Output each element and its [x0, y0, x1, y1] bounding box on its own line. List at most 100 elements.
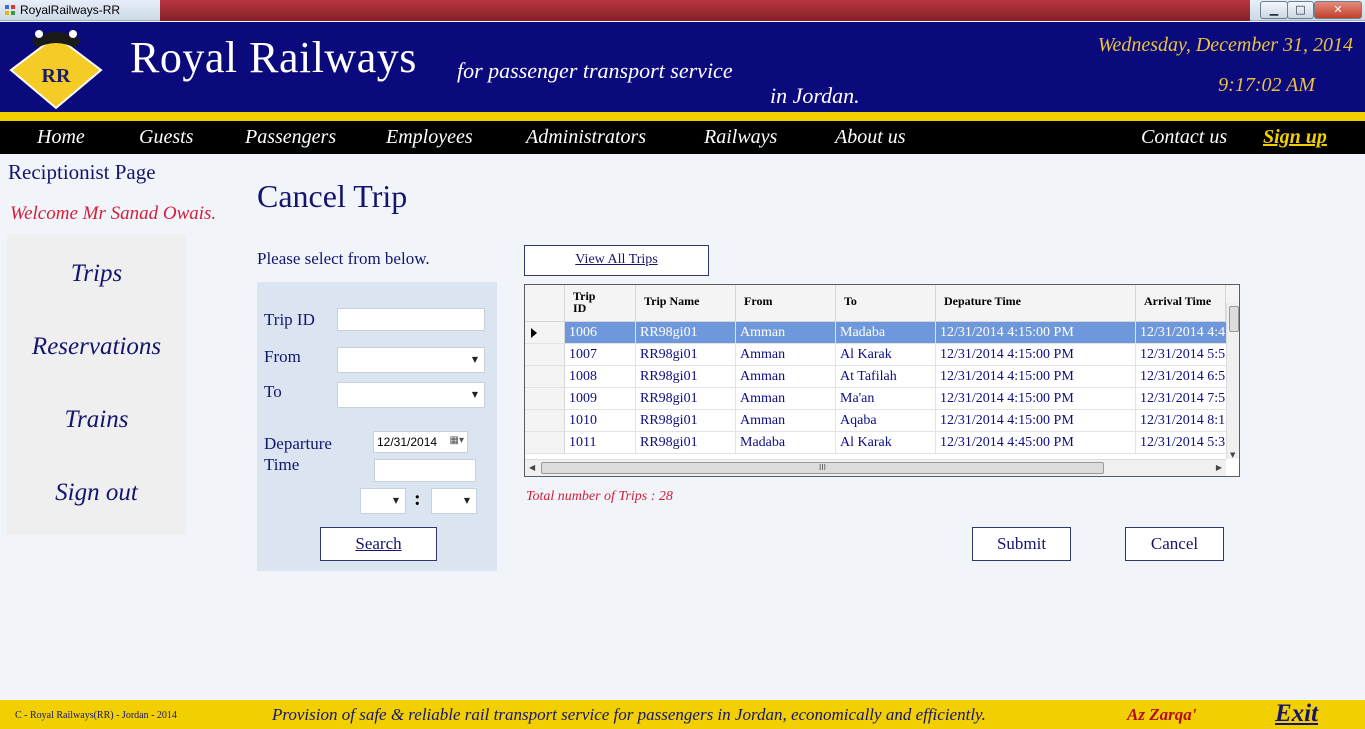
scroll-arrow-icon[interactable]: ◀ — [529, 463, 535, 472]
cell-trip-name: RR98gi01 — [636, 322, 736, 344]
maximize-button[interactable]: □ — [1287, 1, 1314, 19]
grid-corner — [525, 285, 565, 322]
cancel-button[interactable]: Cancel — [1125, 527, 1224, 561]
col-trip-id[interactable]: Trip ID — [565, 285, 636, 322]
window-title: RoyalRailways-RR — [20, 3, 121, 17]
cell-trip-id: 1010 — [565, 410, 636, 432]
horizontal-scrollbar[interactable]: ◀ III ▶ — [525, 459, 1226, 476]
page-name: Reciptionist Page — [8, 160, 156, 184]
header-date: Wednesday, December 31, 2014 — [1097, 34, 1353, 56]
app-icon — [5, 5, 15, 15]
scroll-arrow-icon[interactable]: ▶ — [1216, 463, 1222, 472]
cell-arrival: 12/31/2014 5:5 — [1136, 344, 1229, 366]
col-departure[interactable]: Depature Time — [936, 285, 1136, 322]
table-row[interactable]: 1009 RR98gi01 Amman Ma'an 12/31/2014 4:1… — [565, 388, 1229, 410]
nav-signup[interactable]: Sign up — [1263, 126, 1327, 149]
cell-from: Madaba — [736, 432, 836, 454]
cell-to: Madaba — [836, 322, 936, 344]
departure-label: Departure — [264, 434, 332, 453]
mission-statement: Provision of safe & reliable rail transp… — [272, 705, 986, 724]
col-to[interactable]: To — [836, 285, 936, 322]
brand-title: Royal Railways — [130, 33, 417, 82]
copyright-text: C - Royal Railways(RR) - Jordan - 2014 — [15, 710, 177, 721]
cell-trip-id: 1007 — [565, 344, 636, 366]
col-trip-name[interactable]: Trip Name — [636, 285, 736, 322]
nav-guests[interactable]: Guests — [139, 126, 193, 149]
trip-id-label: Trip ID — [264, 310, 315, 329]
table-row[interactable]: 1011 RR98gi01 Madaba Al Karak 12/31/2014… — [565, 432, 1229, 454]
sidebar-item-trains[interactable]: Trains — [7, 406, 186, 434]
from-select[interactable]: ▼ — [337, 347, 485, 373]
cell-departure: 12/31/2014 4:15:00 PM — [936, 410, 1136, 432]
row-header[interactable] — [525, 410, 565, 432]
to-select[interactable]: ▼ — [337, 382, 485, 408]
cell-from: Amman — [736, 322, 836, 344]
nav-employees[interactable]: Employees — [386, 126, 473, 149]
departure-date-picker[interactable]: 12/31/2014 ▦▾ — [373, 431, 468, 453]
cell-to: Ma'an — [836, 388, 936, 410]
search-button[interactable]: Search — [320, 527, 437, 561]
sidebar-item-signout[interactable]: Sign out — [7, 479, 186, 507]
cell-departure: 12/31/2014 4:45:00 PM — [936, 432, 1136, 454]
minute-select[interactable]: ▼ — [431, 488, 477, 514]
total-trips-count: Total number of Trips : 28 — [526, 489, 673, 504]
col-from[interactable]: From — [736, 285, 836, 322]
exit-link[interactable]: Exit — [1275, 700, 1318, 728]
dropdown-arrow-icon: ▼ — [471, 390, 479, 399]
row-header[interactable] — [525, 432, 565, 454]
cell-from: Amman — [736, 344, 836, 366]
nav-passengers[interactable]: Passengers — [245, 126, 336, 149]
cell-departure: 12/31/2014 4:15:00 PM — [936, 366, 1136, 388]
vertical-scroll-thumb[interactable] — [1229, 306, 1239, 332]
tagline-line2: in Jordan. — [770, 83, 860, 108]
cell-from: Amman — [736, 366, 836, 388]
to-label: To — [264, 382, 282, 401]
hour-select[interactable]: ▼ — [360, 488, 406, 514]
scroll-arrow-icon[interactable]: ▼ — [1230, 451, 1235, 459]
sidebar-item-trips[interactable]: Trips — [7, 260, 186, 288]
horizontal-scroll-thumb[interactable]: III — [541, 462, 1104, 474]
trip-id-input[interactable] — [337, 308, 485, 331]
location-text: Az Zarqa' — [1127, 705, 1197, 724]
departure-time-input[interactable] — [374, 459, 476, 482]
row-header[interactable] — [525, 366, 565, 388]
cell-from: Amman — [736, 388, 836, 410]
from-label: From — [264, 347, 301, 366]
col-trip-id-line2: ID — [573, 301, 587, 315]
row-header[interactable] — [525, 388, 565, 410]
table-row[interactable]: 1008 RR98gi01 Amman At Tafilah 12/31/201… — [565, 366, 1229, 388]
nav-about[interactable]: About us — [835, 126, 906, 149]
nav-administrators[interactable]: Administrators — [526, 126, 646, 149]
nav-contact[interactable]: Contact us — [1141, 126, 1227, 149]
cell-trip-name: RR98gi01 — [636, 388, 736, 410]
submit-button[interactable]: Submit — [972, 527, 1071, 561]
row-selector-icon[interactable] — [525, 322, 565, 344]
close-button[interactable]: ✕ — [1314, 1, 1362, 19]
titlebar-background — [160, 0, 1250, 21]
sidebar: Trips Reservations Trains Sign out — [7, 234, 186, 535]
trips-grid[interactable]: Trip ID Trip Name From To Depature Time … — [524, 284, 1240, 477]
welcome-message: Welcome Mr Sanad Owais. — [10, 203, 217, 224]
table-row[interactable]: 1006 RR98gi01 Amman Madaba 12/31/2014 4:… — [565, 322, 1229, 344]
main-nav: Home Guests Passengers Employees Adminis… — [0, 121, 1365, 154]
table-row[interactable]: 1007 RR98gi01 Amman Al Karak 12/31/2014 … — [565, 344, 1229, 366]
row-header[interactable] — [525, 344, 565, 366]
app-header: RR Royal Railways for passenger transpor… — [0, 22, 1365, 112]
header-divider — [0, 112, 1365, 121]
logo-icon: RR — [9, 30, 103, 110]
cell-from: Amman — [736, 410, 836, 432]
departure-date-value: 12/31/2014 — [377, 435, 438, 449]
logo-text: RR — [42, 65, 71, 87]
nav-railways[interactable]: Railways — [704, 126, 777, 149]
view-all-trips-button[interactable]: View All Trips — [524, 245, 709, 276]
vertical-scrollbar[interactable]: ▼ — [1226, 303, 1239, 459]
cell-departure: 12/31/2014 4:15:00 PM — [936, 388, 1136, 410]
table-row[interactable]: 1010 RR98gi01 Amman Aqaba 12/31/2014 4:1… — [565, 410, 1229, 432]
cell-arrival: 12/31/2014 8:1 — [1136, 410, 1229, 432]
minimize-button[interactable]: ▁ — [1260, 1, 1288, 19]
time-separator: : — [414, 488, 421, 510]
col-arrival[interactable]: Arrival Time — [1136, 285, 1226, 322]
sidebar-item-reservations[interactable]: Reservations — [7, 333, 186, 361]
nav-home[interactable]: Home — [37, 126, 85, 149]
calendar-icon[interactable]: ▦▾ — [450, 435, 464, 446]
